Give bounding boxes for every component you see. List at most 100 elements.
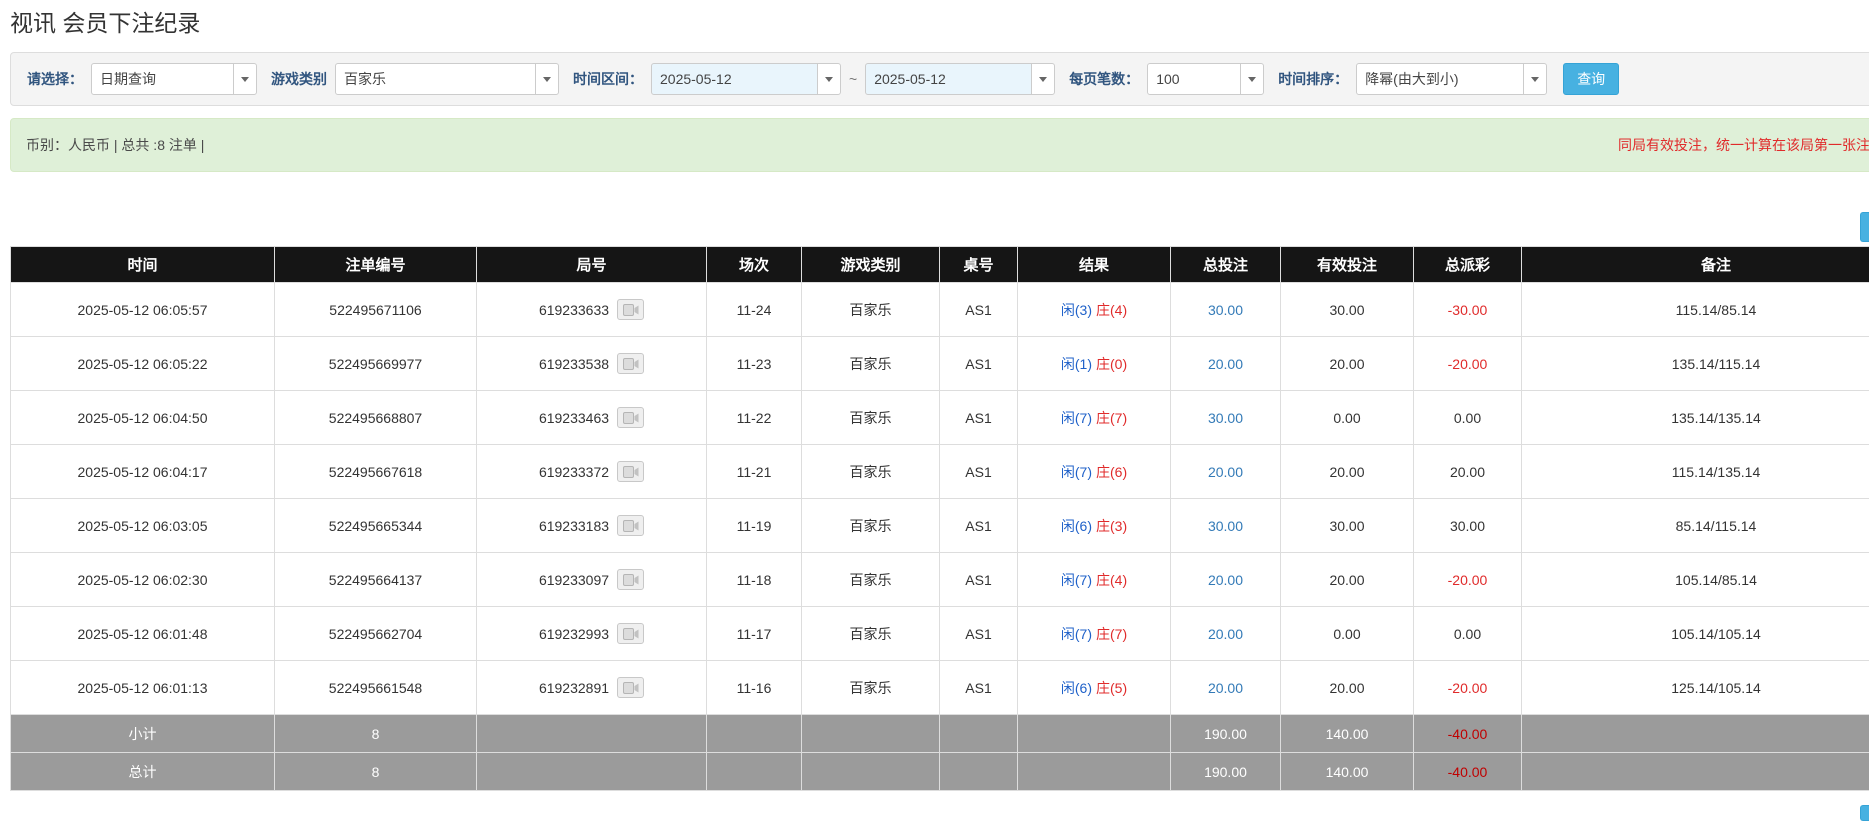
cell-table-number: AS1 bbox=[940, 661, 1018, 715]
cell-total-bet: 30.00 bbox=[1171, 283, 1281, 337]
game-type-dropdown-button[interactable] bbox=[535, 63, 559, 95]
result-banker: 庄(0) bbox=[1096, 356, 1127, 372]
cell-time: 2025-05-12 06:04:50 bbox=[11, 391, 275, 445]
partial-right-edge-button-top[interactable] bbox=[1860, 212, 1869, 242]
cell-table-number: AS1 bbox=[940, 499, 1018, 553]
video-replay-button[interactable] bbox=[617, 569, 644, 590]
cell-payout: -30.00 bbox=[1414, 283, 1522, 337]
cell-valid-bet: 0.00 bbox=[1281, 607, 1414, 661]
cell-round-number: 619232993 bbox=[477, 607, 707, 661]
cell-time: 2025-05-12 06:01:48 bbox=[11, 607, 275, 661]
total-bet-link[interactable]: 20.00 bbox=[1208, 464, 1243, 480]
page-content: 视讯 会员下注纪录 请选择： 游戏类别 时间区间： ~ 每页笔数： 时间排序： bbox=[0, 9, 1869, 791]
cell-bet-number: 522495662704 bbox=[275, 607, 477, 661]
time-sort-input[interactable] bbox=[1356, 63, 1524, 95]
cell-session: 11-22 bbox=[707, 391, 802, 445]
cell-total-bet: 20.00 bbox=[1171, 607, 1281, 661]
table-row: 2025-05-12 06:04:50 522495668807 6192334… bbox=[11, 391, 1869, 445]
cell-payout: -20.00 bbox=[1414, 337, 1522, 391]
round-number-text: 619233463 bbox=[539, 410, 609, 426]
per-page-select bbox=[1147, 63, 1264, 95]
result-player: 闲(7) bbox=[1061, 464, 1092, 480]
cell-payout: 0.00 bbox=[1414, 391, 1522, 445]
game-type-input[interactable] bbox=[335, 63, 536, 95]
cell-bet-number: 522495671106 bbox=[275, 283, 477, 337]
game-type-select bbox=[335, 63, 559, 95]
total-bet-link[interactable]: 30.00 bbox=[1208, 410, 1243, 426]
date-from-input[interactable] bbox=[651, 63, 818, 95]
date-from-dropdown-button[interactable] bbox=[817, 63, 841, 95]
total-bet-link[interactable]: 30.00 bbox=[1208, 302, 1243, 318]
cell-session: 11-21 bbox=[707, 445, 802, 499]
cell-table-number: AS1 bbox=[940, 337, 1018, 391]
subtotal-total-bet: 190.00 bbox=[1171, 715, 1281, 753]
cell-remark: 135.14/115.14 bbox=[1522, 337, 1869, 391]
cell-remark: 125.14/105.14 bbox=[1522, 661, 1869, 715]
table-row: 2025-05-12 06:01:48 522495662704 6192329… bbox=[11, 607, 1869, 661]
filter-label-query-type: 请选择： bbox=[27, 69, 83, 89]
video-replay-button[interactable] bbox=[617, 515, 644, 536]
empty-cell bbox=[477, 715, 707, 753]
empty-cell bbox=[940, 715, 1018, 753]
total-label: 总计 bbox=[11, 753, 275, 791]
round-number-text: 619233538 bbox=[539, 356, 609, 372]
valid-bet-notice-text: 同局有效投注，统一计算在该局第一张注单 bbox=[1618, 135, 1869, 155]
date-from-select bbox=[651, 63, 841, 95]
cell-remark: 115.14/85.14 bbox=[1522, 283, 1869, 337]
query-button[interactable]: 查询 bbox=[1563, 63, 1619, 95]
cell-session: 11-23 bbox=[707, 337, 802, 391]
chevron-down-icon bbox=[241, 77, 249, 82]
cell-total-bet: 20.00 bbox=[1171, 553, 1281, 607]
table-row: 2025-05-12 06:03:05 522495665344 6192331… bbox=[11, 499, 1869, 553]
currency-summary-text: 币别：人民币 | 总共 :8 注单 | bbox=[26, 135, 204, 155]
col-header-total-bet: 总投注 bbox=[1171, 247, 1281, 283]
cell-round-number: 619233538 bbox=[477, 337, 707, 391]
chevron-down-icon bbox=[1531, 77, 1539, 82]
result-banker: 庄(6) bbox=[1096, 464, 1127, 480]
date-to-input[interactable] bbox=[865, 63, 1032, 95]
time-sort-dropdown-button[interactable] bbox=[1523, 63, 1547, 95]
video-replay-button[interactable] bbox=[617, 299, 644, 320]
video-icon bbox=[623, 412, 639, 424]
query-type-dropdown-button[interactable] bbox=[233, 63, 257, 95]
video-replay-button[interactable] bbox=[617, 407, 644, 428]
cell-game-type: 百家乐 bbox=[802, 553, 940, 607]
total-bet-link[interactable]: 20.00 bbox=[1208, 572, 1243, 588]
query-type-input[interactable] bbox=[91, 63, 234, 95]
result-player: 闲(7) bbox=[1061, 626, 1092, 642]
cell-valid-bet: 20.00 bbox=[1281, 553, 1414, 607]
cell-payout: 0.00 bbox=[1414, 607, 1522, 661]
col-header-game-type: 游戏类别 bbox=[802, 247, 940, 283]
total-bet-link[interactable]: 30.00 bbox=[1208, 518, 1243, 534]
cell-table-number: AS1 bbox=[940, 553, 1018, 607]
col-header-valid-bet: 有效投注 bbox=[1281, 247, 1414, 283]
video-replay-button[interactable] bbox=[617, 623, 644, 644]
cell-round-number: 619233183 bbox=[477, 499, 707, 553]
cell-result: 闲(7)庄(7) bbox=[1018, 607, 1171, 661]
cell-game-type: 百家乐 bbox=[802, 337, 940, 391]
video-replay-button[interactable] bbox=[617, 353, 644, 374]
partial-right-edge-button-bottom[interactable] bbox=[1860, 805, 1869, 821]
bets-table: 时间 注单编号 局号 场次 游戏类别 桌号 结果 总投注 有效投注 总派彩 备注… bbox=[10, 246, 1869, 791]
per-page-input[interactable] bbox=[1147, 63, 1241, 95]
date-to-dropdown-button[interactable] bbox=[1031, 63, 1055, 95]
video-replay-button[interactable] bbox=[617, 461, 644, 482]
cell-session: 11-16 bbox=[707, 661, 802, 715]
per-page-dropdown-button[interactable] bbox=[1240, 63, 1264, 95]
cell-bet-number: 522495667618 bbox=[275, 445, 477, 499]
video-icon bbox=[623, 682, 639, 694]
cell-total-bet: 30.00 bbox=[1171, 499, 1281, 553]
total-bet-link[interactable]: 20.00 bbox=[1208, 680, 1243, 696]
cell-game-type: 百家乐 bbox=[802, 499, 940, 553]
total-bet-link[interactable]: 20.00 bbox=[1208, 356, 1243, 372]
cell-time: 2025-05-12 06:02:30 bbox=[11, 553, 275, 607]
total-bet-link[interactable]: 20.00 bbox=[1208, 626, 1243, 642]
empty-cell bbox=[802, 753, 940, 791]
round-number-text: 619232891 bbox=[539, 680, 609, 696]
video-replay-button[interactable] bbox=[617, 677, 644, 698]
cell-time: 2025-05-12 06:01:13 bbox=[11, 661, 275, 715]
cell-valid-bet: 20.00 bbox=[1281, 337, 1414, 391]
result-banker: 庄(4) bbox=[1096, 302, 1127, 318]
cell-bet-number: 522495669977 bbox=[275, 337, 477, 391]
cell-valid-bet: 20.00 bbox=[1281, 445, 1414, 499]
